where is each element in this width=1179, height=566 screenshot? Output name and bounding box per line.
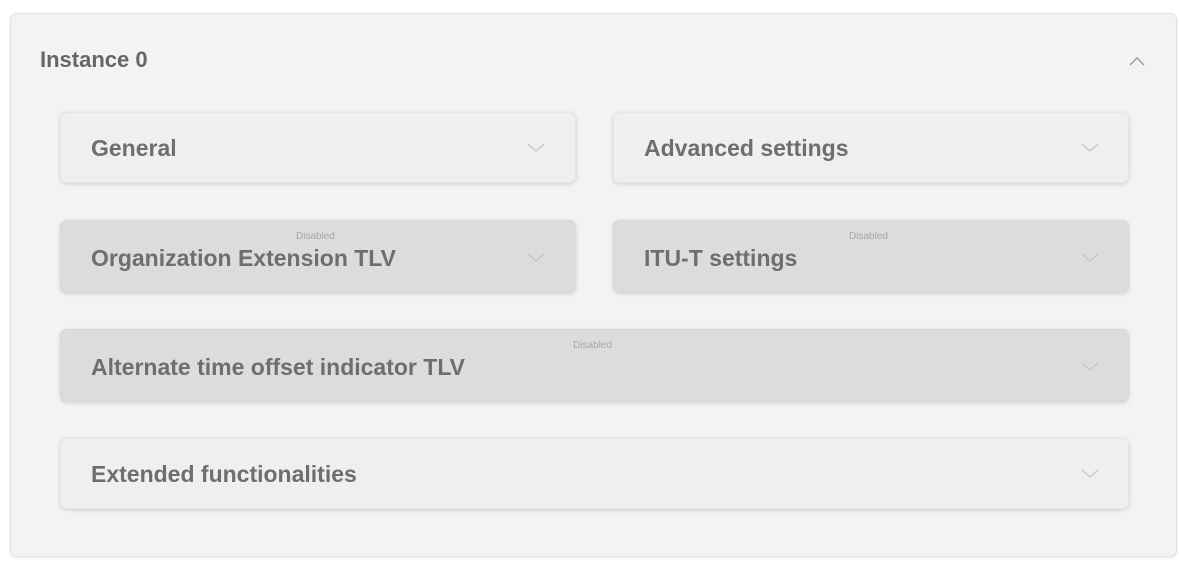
instance-title: Instance 0 <box>40 47 148 72</box>
section-advanced-settings-label: Advanced settings <box>644 135 849 161</box>
section-organization-extension-tlv-label: Organization Extension TLV <box>91 245 396 271</box>
section-itu-t-settings[interactable]: Disabled ITU-T settings <box>613 220 1129 293</box>
chevron-down-icon <box>1079 140 1101 156</box>
instance-panel: Instance 0 General Advanced settings Dis… <box>10 13 1177 557</box>
section-general[interactable]: General <box>60 112 576 183</box>
collapse-button[interactable] <box>1126 50 1148 72</box>
chevron-down-icon <box>525 140 547 156</box>
section-extended-functionalities-label: Extended functionalities <box>91 461 357 487</box>
section-itu-t-settings-label: ITU-T settings <box>644 245 798 271</box>
status-badge: Disabled <box>573 340 612 351</box>
section-organization-extension-tlv[interactable]: Disabled Organization Extension TLV <box>60 220 576 293</box>
section-alternate-time-offset-tlv[interactable]: Disabled Alternate time offset indicator… <box>60 329 1129 402</box>
chevron-down-icon <box>1079 359 1101 375</box>
section-advanced-settings[interactable]: Advanced settings <box>613 112 1129 183</box>
section-general-label: General <box>91 135 177 161</box>
status-badge: Disabled <box>296 231 335 242</box>
chevron-down-icon <box>1079 466 1101 482</box>
chevron-up-icon <box>1126 50 1148 72</box>
section-alternate-time-offset-tlv-label: Alternate time offset indicator TLV <box>91 354 466 380</box>
status-badge: Disabled <box>849 231 888 242</box>
section-extended-functionalities[interactable]: Extended functionalities <box>60 438 1129 509</box>
chevron-down-icon <box>1079 250 1101 266</box>
chevron-down-icon <box>525 250 547 266</box>
